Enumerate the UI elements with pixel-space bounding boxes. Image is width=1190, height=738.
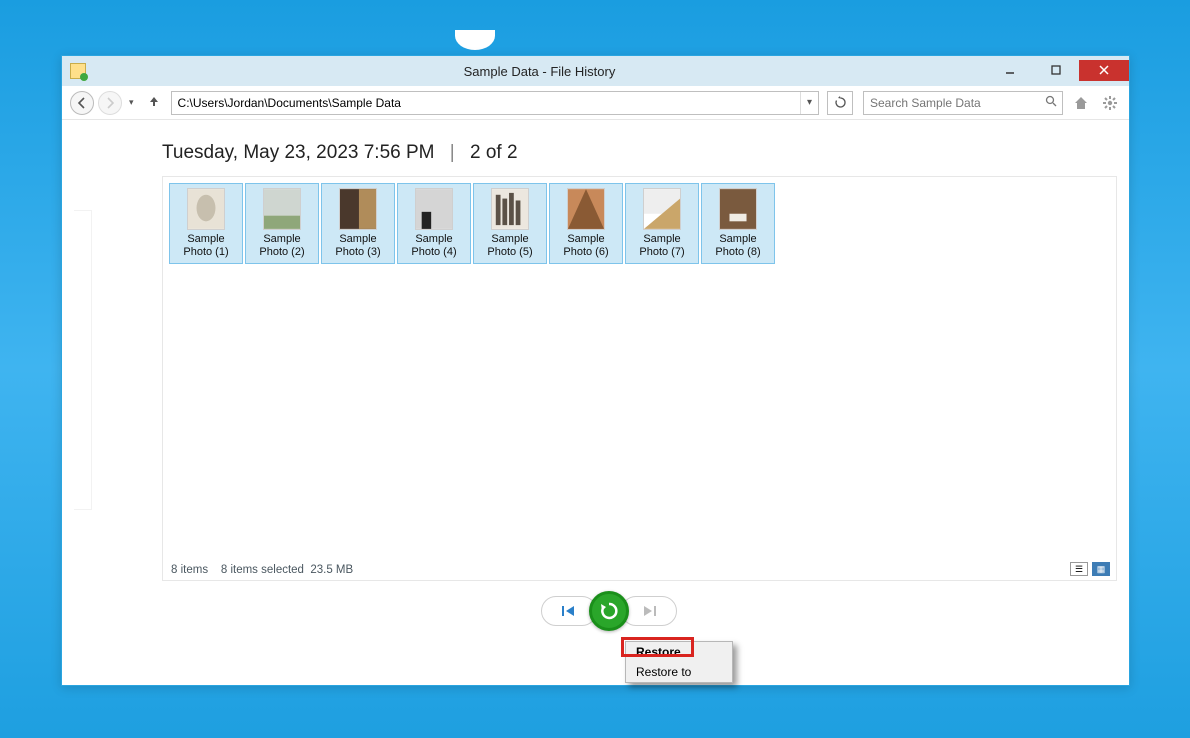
left-sliver	[74, 210, 92, 510]
version-header: Tuesday, May 23, 2023 7:56 PM | 2 of 2	[100, 120, 1117, 176]
thumbnails-view-icon[interactable]: ▦	[1092, 562, 1110, 576]
search-box[interactable]	[863, 91, 1063, 115]
thumbnail-icon	[719, 188, 757, 230]
thumbnail-icon	[187, 188, 225, 230]
list-item[interactable]: SamplePhoto (6)	[549, 183, 623, 264]
search-icon[interactable]	[1040, 95, 1062, 110]
list-item[interactable]: SamplePhoto (2)	[245, 183, 319, 264]
up-button[interactable]	[141, 94, 167, 111]
list-item[interactable]: SamplePhoto (8)	[701, 183, 775, 264]
thumbnail-icon	[415, 188, 453, 230]
thumbnail-icon	[491, 188, 529, 230]
navigation-controls	[100, 581, 1117, 645]
gear-icon[interactable]	[1099, 92, 1121, 114]
details-view-icon[interactable]: ☰	[1070, 562, 1088, 576]
history-dropdown-icon[interactable]: ▾	[126, 97, 137, 108]
thumbnail-icon	[339, 188, 377, 230]
list-item[interactable]: SamplePhoto (3)	[321, 183, 395, 264]
list-item[interactable]: SamplePhoto (1)	[169, 183, 243, 264]
address-bar[interactable]: ▾	[171, 91, 819, 115]
context-menu: Restore Restore to	[625, 641, 733, 683]
background-taskbar-peek	[455, 30, 495, 50]
window-title: Sample Data - File History	[92, 64, 987, 79]
version-page-indicator: 2 of 2	[470, 142, 518, 163]
selection-size: 23.5 MB	[310, 564, 353, 576]
refresh-button[interactable]	[827, 91, 853, 115]
app-icon	[70, 63, 86, 79]
menu-item-restore-to[interactable]: Restore to	[626, 662, 732, 682]
menu-item-restore[interactable]: Restore	[626, 642, 732, 662]
forward-button[interactable]	[98, 91, 122, 115]
file-history-window: Sample Data - File History ▾ ▾	[61, 55, 1130, 686]
close-button[interactable]	[1079, 60, 1129, 81]
file-listing[interactable]: SamplePhoto (1) SamplePhoto (2) SamplePh…	[162, 176, 1117, 581]
back-button[interactable]	[70, 91, 94, 115]
item-count: 8 items	[171, 564, 208, 576]
minimize-button[interactable]	[987, 60, 1033, 81]
thumbnail-icon	[643, 188, 681, 230]
list-item[interactable]: SamplePhoto (7)	[625, 183, 699, 264]
search-input[interactable]	[864, 96, 1040, 110]
restore-button[interactable]	[589, 591, 629, 631]
home-button[interactable]	[1070, 92, 1092, 114]
toolbar: ▾ ▾	[62, 86, 1129, 120]
version-timestamp: Tuesday, May 23, 2023 7:56 PM	[162, 142, 435, 163]
thumbnail-icon	[263, 188, 301, 230]
selection-count: 8 items selected	[221, 564, 304, 576]
maximize-button[interactable]	[1033, 60, 1079, 81]
thumbnail-icon	[567, 188, 605, 230]
address-dropdown-icon[interactable]: ▾	[800, 92, 818, 114]
titlebar[interactable]: Sample Data - File History	[62, 56, 1129, 86]
list-item[interactable]: SamplePhoto (5)	[473, 183, 547, 264]
address-input[interactable]	[172, 96, 800, 110]
list-item[interactable]: SamplePhoto (4)	[397, 183, 471, 264]
next-version-button[interactable]	[621, 596, 677, 626]
status-bar: 8 items 8 items selected 23.5 MB	[171, 564, 353, 576]
